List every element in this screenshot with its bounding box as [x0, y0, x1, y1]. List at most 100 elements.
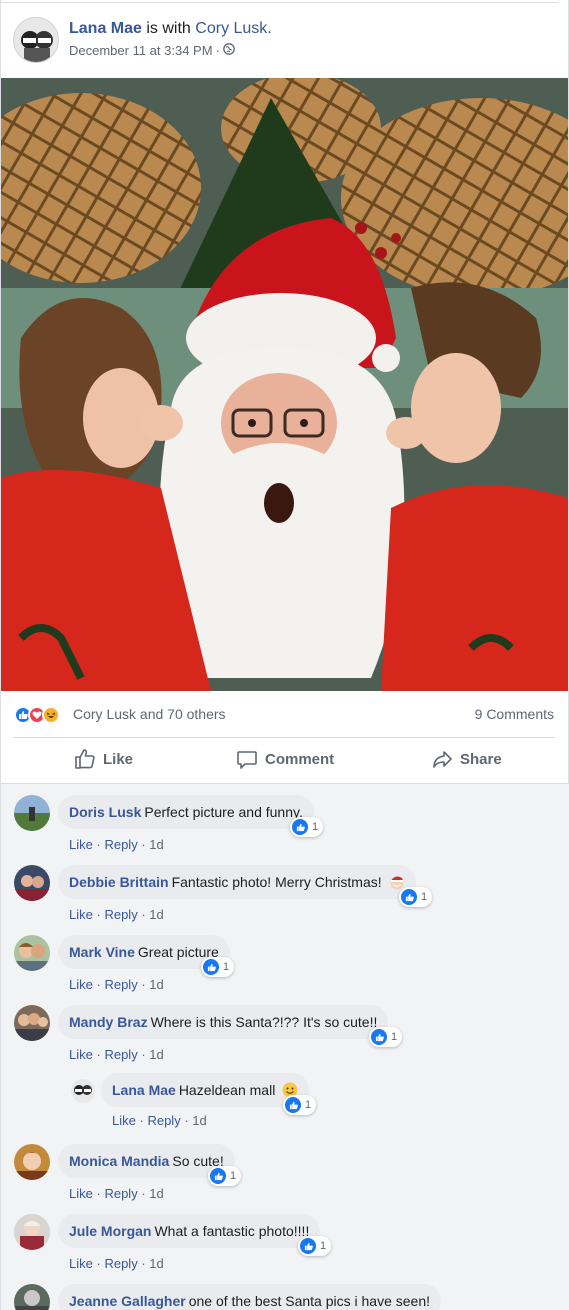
- comment-time[interactable]: 1d: [149, 977, 163, 992]
- commenter-avatar[interactable]: [14, 1144, 50, 1180]
- post-author-link[interactable]: Lana Mae: [69, 20, 142, 37]
- comment-author[interactable]: Monica Mandia: [69, 1153, 169, 1169]
- comment-like-badge[interactable]: 1: [399, 887, 433, 907]
- meta-separator: ·: [141, 1047, 146, 1062]
- post-actions: Like Comment Share: [1, 738, 569, 782]
- comment-reply-link[interactable]: Reply: [147, 1113, 180, 1128]
- comment-time[interactable]: 1d: [149, 1186, 163, 1201]
- commenter-avatar[interactable]: [14, 935, 50, 971]
- meta-separator: ·: [96, 907, 101, 922]
- comment-icon: [236, 748, 258, 770]
- comment-like-link[interactable]: Like: [69, 977, 93, 992]
- comments-count[interactable]: 9 Comments: [475, 706, 554, 722]
- meta-separator: ·: [215, 43, 220, 58]
- comment-bubble: Jule Morgan What a fantastic photo!!!!: [58, 1214, 321, 1248]
- like-reaction-icon: [210, 1168, 226, 1184]
- post-header: Lana Mae is with Cory Lusk. December 11 …: [1, 0, 569, 78]
- comment-time[interactable]: 1d: [149, 837, 163, 852]
- santa-emoji-icon: [389, 874, 405, 890]
- meta-separator: ·: [96, 837, 101, 852]
- meta-separator: ·: [141, 1186, 146, 1201]
- comment-reply-link[interactable]: Reply: [104, 1256, 137, 1271]
- like-count: 1: [223, 961, 230, 973]
- comment-meta: Like · Reply · 1d: [69, 1047, 164, 1062]
- like-count: 1: [312, 821, 319, 833]
- haha-reaction-icon: [42, 706, 60, 724]
- post-meta: December 11 at 3:34 PM ·: [69, 43, 235, 58]
- meta-separator: ·: [184, 1113, 189, 1128]
- thumbs-up-icon: [74, 748, 96, 770]
- comment-like-link[interactable]: Like: [69, 1047, 93, 1062]
- share-button[interactable]: Share: [431, 748, 502, 770]
- comment-reply-link[interactable]: Reply: [104, 1186, 137, 1201]
- comment-author[interactable]: Debbie Brittain: [69, 874, 169, 890]
- commenter-avatar[interactable]: [14, 1005, 50, 1041]
- post-photo[interactable]: [1, 78, 568, 691]
- comment-like-badge[interactable]: 1: [283, 1095, 317, 1115]
- comment-author[interactable]: Doris Lusk: [69, 804, 141, 820]
- comment-reply-link[interactable]: Reply: [104, 977, 137, 992]
- comment-author[interactable]: Jeanne Gallagher: [69, 1293, 186, 1309]
- like-count: 1: [230, 1170, 237, 1182]
- comment-time[interactable]: 1d: [149, 1047, 163, 1062]
- comment-like-link[interactable]: Like: [112, 1113, 136, 1128]
- comment-meta: Like · Reply · 1d: [69, 977, 164, 992]
- comment-bubble: Doris Lusk Perfect picture and funny.: [58, 795, 314, 829]
- comment-author[interactable]: Lana Mae: [112, 1082, 176, 1098]
- comment-meta: Like · Reply · 1d: [69, 1256, 164, 1271]
- comment-bubble: Lana Mae Hazeldean mall: [101, 1073, 310, 1107]
- like-reaction-icon: [300, 1238, 316, 1254]
- comment-author[interactable]: Mandy Braz: [69, 1014, 148, 1030]
- meta-separator: ·: [141, 907, 146, 922]
- commenter-avatar[interactable]: [14, 1214, 50, 1250]
- comment-time[interactable]: 1d: [149, 1256, 163, 1271]
- like-count: 1: [305, 1099, 312, 1111]
- globe-icon[interactable]: [223, 43, 235, 58]
- reaction-icons[interactable]: [14, 706, 60, 724]
- meta-separator: ·: [96, 977, 101, 992]
- meta-separator: ·: [96, 1256, 101, 1271]
- comment-bubble: Jeanne Gallagher one of the best Santa pi…: [58, 1284, 441, 1310]
- comment-text: Hazeldean mall: [178, 1082, 276, 1098]
- meta-separator: ·: [141, 977, 146, 992]
- like-reaction-icon: [203, 959, 219, 975]
- like-reaction-icon: [292, 819, 308, 835]
- with-text: is with: [146, 20, 191, 37]
- like-reaction-icon: [371, 1029, 387, 1045]
- comment-like-link[interactable]: Like: [69, 907, 93, 922]
- post-card: Lana Mae is with Cory Lusk. December 11 …: [0, 0, 569, 1310]
- post-timestamp[interactable]: December 11 at 3:34 PM: [69, 43, 213, 58]
- comment-author[interactable]: Mark Vine: [69, 944, 135, 960]
- commenter-avatar[interactable]: [14, 865, 50, 901]
- share-icon: [431, 748, 453, 770]
- comment-like-badge[interactable]: 1: [290, 817, 324, 837]
- tagged-user-link[interactable]: Cory Lusk.: [195, 20, 271, 37]
- comment-like-badge[interactable]: 1: [298, 1236, 332, 1256]
- comment-like-link[interactable]: Like: [69, 1186, 93, 1201]
- comment-time[interactable]: 1d: [192, 1113, 206, 1128]
- comment-reply-link[interactable]: Reply: [104, 837, 137, 852]
- comment-like-badge[interactable]: 1: [208, 1166, 242, 1186]
- reaction-summary[interactable]: Cory Lusk and 70 others: [73, 706, 226, 722]
- comment-meta: Like · Reply · 1d: [69, 907, 164, 922]
- meta-separator: ·: [141, 1256, 146, 1271]
- comment-meta: Like · Reply · 1d: [69, 1186, 164, 1201]
- comment-time[interactable]: 1d: [149, 907, 163, 922]
- comment-reply-link[interactable]: Reply: [104, 1047, 137, 1062]
- like-button[interactable]: Like: [74, 748, 133, 770]
- comment-author[interactable]: Jule Morgan: [69, 1223, 151, 1239]
- comment-reply-link[interactable]: Reply: [104, 907, 137, 922]
- share-label: Share: [460, 750, 502, 768]
- comment-text: Where is this Santa?!?? It's so cute!!: [150, 1014, 378, 1030]
- comment-like-badge[interactable]: 1: [369, 1027, 403, 1047]
- comment-like-link[interactable]: Like: [69, 1256, 93, 1271]
- commenter-avatar[interactable]: [71, 1079, 95, 1103]
- author-avatar[interactable]: [13, 17, 59, 63]
- like-count: 1: [320, 1240, 327, 1252]
- comment-like-badge[interactable]: 1: [201, 957, 235, 977]
- commenter-avatar[interactable]: [14, 795, 50, 831]
- reactions-bar: Cory Lusk and 70 others 9 Comments: [1, 691, 569, 737]
- comment-like-link[interactable]: Like: [69, 837, 93, 852]
- meta-separator: ·: [139, 1113, 144, 1128]
- comment-button[interactable]: Comment: [236, 748, 334, 770]
